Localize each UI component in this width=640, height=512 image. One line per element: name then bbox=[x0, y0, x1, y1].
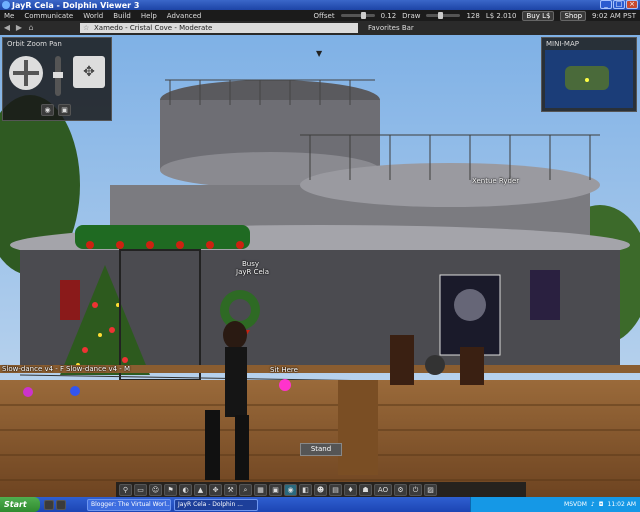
avatar-status: Busy bbox=[242, 260, 260, 268]
close-button[interactable]: × bbox=[626, 0, 638, 9]
minimap-panel[interactable]: MINI-MAP bbox=[541, 37, 637, 112]
dolphin-app-icon bbox=[2, 1, 10, 9]
snapshot-icon[interactable]: ◧ bbox=[299, 483, 312, 496]
os-taskbar: Start Blogger: The Virtual Worl... JayR … bbox=[0, 497, 640, 512]
menu-item-me[interactable]: Me bbox=[4, 12, 14, 20]
offset-slider[interactable] bbox=[340, 12, 375, 19]
menu-item-communicate[interactable]: Communicate bbox=[24, 12, 73, 20]
favorites-bar[interactable]: Favorites Bar bbox=[368, 24, 414, 32]
shop-button[interactable]: Shop bbox=[560, 10, 587, 21]
menu-item-world[interactable]: World bbox=[83, 12, 103, 20]
menu-item-advanced[interactable]: Advanced bbox=[167, 12, 202, 20]
system-tray: MSVDM ♪ ◘ 11:02 AM bbox=[470, 497, 640, 512]
pose-label-dance-m[interactable]: Slow-dance v4 - M bbox=[66, 365, 130, 373]
task-blogger[interactable]: Blogger: The Virtual Worl... bbox=[87, 498, 171, 511]
orbit-panel-title: Orbit Zoom Pan bbox=[7, 40, 62, 48]
chat-icon[interactable]: ▭ bbox=[134, 483, 147, 496]
home-icon[interactable]: ⌂ bbox=[26, 23, 36, 33]
navigation-bar: ◀ ▶ ⌂ ☆ Xamedo - Cristal Cove - Moderate… bbox=[0, 21, 640, 35]
photo-icon[interactable]: ▨ bbox=[424, 483, 437, 496]
status-area: Offset 0.12 Draw 128 L$ 2.010 Buy L$ Sho… bbox=[314, 10, 636, 21]
window-titlebar: JayR Cela - Dolphin Viewer 3 _ □ × bbox=[0, 0, 640, 10]
draw-distance-slider[interactable] bbox=[426, 12, 461, 19]
pin-icon[interactable]: ⚲ bbox=[119, 483, 132, 496]
start-label: Start bbox=[4, 500, 27, 509]
ao-button[interactable]: AO bbox=[374, 483, 392, 496]
forward-arrow-icon[interactable]: ▶ bbox=[14, 23, 24, 33]
pose-label-dance-f[interactable]: Slow-dance v4 - F bbox=[2, 365, 64, 373]
eye-icon[interactable]: ◉ bbox=[41, 104, 54, 116]
minimap-title: MINI-MAP bbox=[546, 40, 579, 48]
network-icon[interactable]: ◘ bbox=[599, 501, 604, 508]
start-button[interactable]: Start bbox=[0, 497, 40, 512]
tray-clock: 11:02 AM bbox=[607, 501, 636, 508]
window-controls: _ □ × bbox=[600, 0, 638, 9]
settings-icon[interactable]: ⚙ bbox=[394, 483, 407, 496]
back-arrow-icon[interactable]: ◀ bbox=[2, 23, 12, 33]
desktop-quicklaunch-icon[interactable] bbox=[56, 499, 66, 510]
location-input[interactable]: ☆ Xamedo - Cristal Cove - Moderate bbox=[80, 23, 358, 33]
minimap-view[interactable] bbox=[545, 50, 633, 108]
location-text: Xamedo - Cristal Cove - Moderate bbox=[94, 24, 213, 32]
balance-display: L$ 2.010 bbox=[485, 11, 517, 20]
draw-label: Draw bbox=[402, 11, 421, 20]
clock-display: 9:02 AM PST bbox=[592, 11, 636, 20]
draw-value: 128 bbox=[466, 11, 480, 20]
orbit-control[interactable] bbox=[9, 56, 43, 90]
favorite-star-icon[interactable]: ☆ bbox=[83, 23, 89, 33]
player-marker-icon bbox=[585, 78, 589, 82]
pan-control[interactable]: ✥ bbox=[73, 56, 105, 88]
gesture-icon[interactable]: ☻ bbox=[314, 483, 327, 496]
browser-quicklaunch-icon[interactable] bbox=[44, 499, 54, 510]
zoom-slider[interactable] bbox=[53, 56, 63, 96]
menu-item-help[interactable]: Help bbox=[141, 12, 157, 20]
orbit-zoom-pan-panel: Orbit Zoom Pan ✥ ◉ ▣ bbox=[2, 37, 112, 121]
move-icon[interactable]: ✥ bbox=[209, 483, 222, 496]
camera-icon[interactable]: ▲ bbox=[194, 483, 207, 496]
profile-icon[interactable]: ☗ bbox=[359, 483, 372, 496]
offset-value: 0.12 bbox=[380, 11, 397, 20]
buy-currency-button[interactable]: Buy L$ bbox=[522, 10, 555, 21]
minimap-icon[interactable]: ▣ bbox=[269, 483, 282, 496]
menu-item-build[interactable]: Build bbox=[113, 12, 131, 20]
build-icon[interactable]: ⚒ bbox=[224, 483, 237, 496]
search-icon[interactable]: ⌕ bbox=[239, 483, 252, 496]
people-icon[interactable]: ☺ bbox=[149, 483, 162, 496]
main-menu: Me Communicate World Build Help Advanced bbox=[4, 12, 201, 20]
world-viewport[interactable]: Orbit Zoom Pan ✥ ◉ ▣ MINI-MAP Busy JayR … bbox=[0, 35, 640, 497]
menu-bar: Me Communicate World Build Help Advanced Offs… bbox=[0, 10, 640, 21]
map-icon[interactable]: ▦ bbox=[254, 483, 267, 496]
power-icon[interactable]: ⏻ bbox=[409, 483, 422, 496]
inventory-icon[interactable]: ▤ bbox=[329, 483, 342, 496]
maximize-button[interactable]: □ bbox=[613, 0, 625, 9]
task-dolphin-viewer[interactable]: JayR Cela - Dolphin ... bbox=[174, 498, 258, 511]
appearance-icon[interactable]: ♦ bbox=[344, 483, 357, 496]
tray-label: MSVDM bbox=[564, 501, 587, 508]
camera-preset-icon[interactable]: ▣ bbox=[58, 104, 71, 116]
chevron-down-icon[interactable]: ▼ bbox=[316, 49, 322, 58]
location-icon[interactable]: ⚑ bbox=[164, 483, 177, 496]
stand-button[interactable]: Stand bbox=[300, 443, 342, 456]
avatar-name-tag: JayR Cela bbox=[236, 268, 270, 276]
pose-label-sit[interactable]: Sit Here bbox=[270, 366, 298, 374]
bottom-toolbar: ⚲ ▭ ☺ ⚑ ◐ ▲ ✥ ⚒ ⌕ ▦ ▣ ◉ ◧ ☻ ▤ ♦ ☗ AO ⚙ ⏻ ▨ bbox=[116, 482, 526, 497]
minimize-button[interactable]: _ bbox=[600, 0, 612, 9]
offset-label: Offset bbox=[313, 11, 335, 20]
volume-icon[interactable]: ♪ bbox=[591, 501, 595, 508]
view-icon[interactable]: ◉ bbox=[284, 483, 297, 496]
other-avatar-name-tag: Xentue Ryder bbox=[472, 177, 520, 185]
window-title: JayR Cela - Dolphin Viewer 3 bbox=[12, 0, 140, 10]
speak-icon[interactable]: ◐ bbox=[179, 483, 192, 496]
